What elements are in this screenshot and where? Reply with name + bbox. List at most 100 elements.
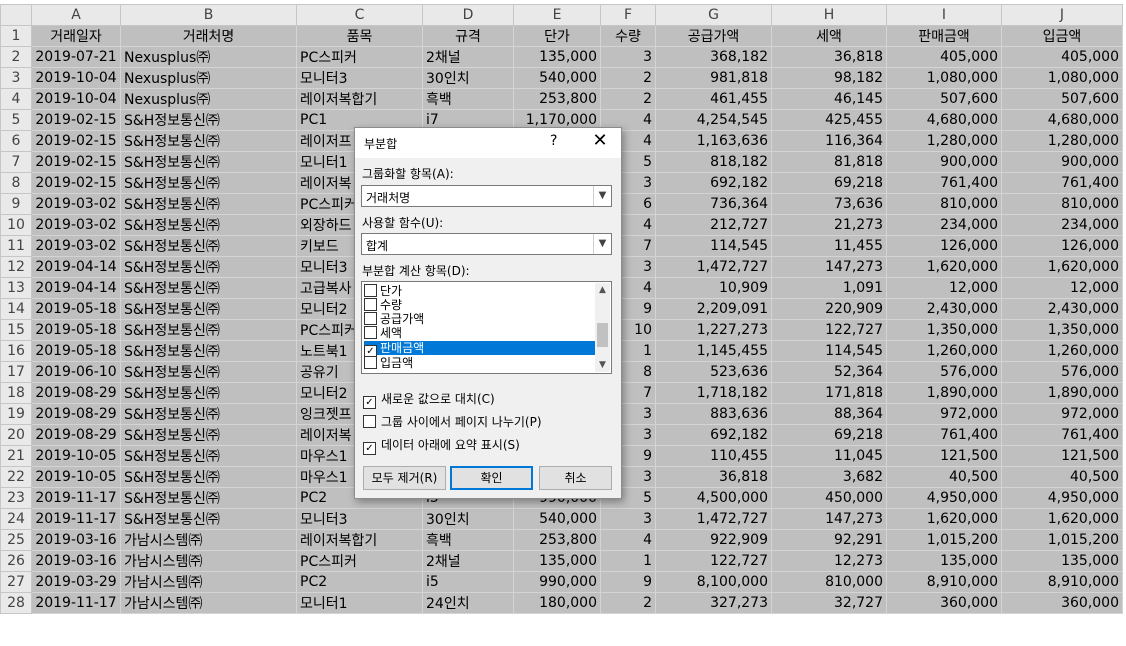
table-cell[interactable]: S&H정보통신㈜: [120, 424, 297, 446]
table-cell[interactable]: 40,500: [1001, 466, 1123, 488]
group-by-select[interactable]: 거래처명 ▼: [361, 185, 612, 207]
table-cell[interactable]: 147,273: [771, 508, 887, 530]
table-cell[interactable]: 576,000: [1001, 361, 1123, 383]
table-cell[interactable]: 2019-03-02: [31, 235, 121, 257]
table-cell[interactable]: 507,600: [1001, 88, 1123, 110]
row-header[interactable]: 7: [0, 151, 32, 173]
table-cell[interactable]: 1,472,727: [655, 508, 772, 530]
column-header[interactable]: H: [771, 4, 887, 26]
table-cell[interactable]: 46,145: [771, 88, 887, 110]
table-cell[interactable]: 모니터1: [296, 592, 423, 614]
checkbox[interactable]: [364, 312, 377, 325]
table-cell[interactable]: 1,260,000: [1001, 340, 1123, 362]
table-cell[interactable]: 36,818: [655, 466, 772, 488]
table-cell[interactable]: 327,273: [655, 592, 772, 614]
table-cell[interactable]: S&H정보통신㈜: [120, 466, 297, 488]
row-header[interactable]: 23: [0, 487, 32, 509]
table-cell[interactable]: 692,182: [655, 424, 772, 446]
table-cell[interactable]: 1,620,000: [1001, 508, 1123, 530]
header-cell[interactable]: 거래일자: [31, 25, 121, 47]
table-cell[interactable]: 972,000: [886, 403, 1002, 425]
table-cell[interactable]: 2019-03-16: [31, 550, 121, 572]
row-header[interactable]: 21: [0, 445, 32, 467]
table-cell[interactable]: S&H정보통신㈜: [120, 193, 297, 215]
row-header[interactable]: 15: [0, 319, 32, 341]
row-header[interactable]: 16: [0, 340, 32, 362]
table-cell[interactable]: S&H정보통신㈜: [120, 382, 297, 404]
table-cell[interactable]: 883,636: [655, 403, 772, 425]
table-cell[interactable]: 8,910,000: [886, 571, 1002, 593]
row-header[interactable]: 6: [0, 130, 32, 152]
row-header[interactable]: 18: [0, 382, 32, 404]
table-cell[interactable]: 253,800: [513, 529, 601, 551]
table-cell[interactable]: S&H정보통신㈜: [120, 298, 297, 320]
table-cell[interactable]: 69,218: [771, 424, 887, 446]
table-cell[interactable]: 981,818: [655, 67, 772, 89]
row-header[interactable]: 20: [0, 424, 32, 446]
table-cell[interactable]: 1,260,000: [886, 340, 1002, 362]
row-header[interactable]: 9: [0, 193, 32, 215]
cancel-button[interactable]: 취소: [539, 466, 612, 490]
row-header[interactable]: 4: [0, 88, 32, 110]
table-cell[interactable]: 450,000: [771, 487, 887, 509]
table-cell[interactable]: 92,291: [771, 529, 887, 551]
table-cell[interactable]: 가남시스템㈜: [120, 592, 297, 614]
table-cell[interactable]: 1,620,000: [886, 256, 1002, 278]
row-header[interactable]: 14: [0, 298, 32, 320]
header-cell[interactable]: 세액: [771, 25, 887, 47]
table-cell[interactable]: Nexusplus㈜: [120, 67, 297, 89]
table-cell[interactable]: 69,218: [771, 172, 887, 194]
table-cell[interactable]: 4,500,000: [655, 487, 772, 509]
function-select[interactable]: 합계 ▼: [361, 233, 612, 255]
table-cell[interactable]: 32,727: [771, 592, 887, 614]
table-cell[interactable]: 2채널: [422, 46, 514, 68]
table-cell[interactable]: S&H정보통신㈜: [120, 172, 297, 194]
table-cell[interactable]: 21,273: [771, 214, 887, 236]
table-cell[interactable]: 135,000: [886, 550, 1002, 572]
close-icon[interactable]: ✕: [588, 130, 612, 151]
header-cell[interactable]: 수량: [600, 25, 656, 47]
table-cell[interactable]: 2: [600, 88, 656, 110]
table-cell[interactable]: 가남시스템㈜: [120, 550, 297, 572]
table-cell[interactable]: 507,600: [886, 88, 1002, 110]
table-cell[interactable]: S&H정보통신㈜: [120, 361, 297, 383]
table-cell[interactable]: 10,909: [655, 277, 772, 299]
table-cell[interactable]: 2019-08-29: [31, 424, 121, 446]
table-cell[interactable]: 1,015,200: [1001, 529, 1123, 551]
table-cell[interactable]: 12,000: [1001, 277, 1123, 299]
table-cell[interactable]: i5: [422, 571, 514, 593]
table-cell[interactable]: 2019-11-17: [31, 487, 121, 509]
table-cell[interactable]: 30인치: [422, 508, 514, 530]
table-cell[interactable]: 2019-10-04: [31, 67, 121, 89]
table-cell[interactable]: S&H정보통신㈜: [120, 277, 297, 299]
table-cell[interactable]: 1: [600, 550, 656, 572]
table-cell[interactable]: 2,430,000: [886, 298, 1002, 320]
field-item[interactable]: 세액: [364, 326, 595, 340]
table-cell[interactable]: 2019-07-21: [31, 46, 121, 68]
table-cell[interactable]: 368,182: [655, 46, 772, 68]
table-cell[interactable]: 461,455: [655, 88, 772, 110]
table-cell[interactable]: 405,000: [886, 46, 1002, 68]
table-cell[interactable]: 1,015,200: [886, 529, 1002, 551]
table-cell[interactable]: 모니터3: [296, 508, 423, 530]
row-header[interactable]: 10: [0, 214, 32, 236]
table-cell[interactable]: 2019-02-15: [31, 172, 121, 194]
table-cell[interactable]: 1,890,000: [1001, 382, 1123, 404]
table-cell[interactable]: 2019-03-29: [31, 571, 121, 593]
row-header[interactable]: 1: [0, 25, 32, 47]
table-cell[interactable]: 2,430,000: [1001, 298, 1123, 320]
table-cell[interactable]: 2019-11-17: [31, 508, 121, 530]
table-cell[interactable]: 73,636: [771, 193, 887, 215]
table-cell[interactable]: 레이저복합기: [296, 88, 423, 110]
field-item[interactable]: 입금액: [364, 356, 595, 370]
table-cell[interactable]: S&H정보통신㈜: [120, 151, 297, 173]
table-cell[interactable]: 11,455: [771, 235, 887, 257]
table-cell[interactable]: 8,910,000: [1001, 571, 1123, 593]
table-cell[interactable]: 1,350,000: [886, 319, 1002, 341]
table-cell[interactable]: 2019-03-16: [31, 529, 121, 551]
table-cell[interactable]: 253,800: [513, 88, 601, 110]
checkbox-checked[interactable]: ✓: [363, 396, 376, 409]
table-cell[interactable]: 212,727: [655, 214, 772, 236]
table-cell[interactable]: 1,227,273: [655, 319, 772, 341]
header-cell[interactable]: 규격: [422, 25, 514, 47]
